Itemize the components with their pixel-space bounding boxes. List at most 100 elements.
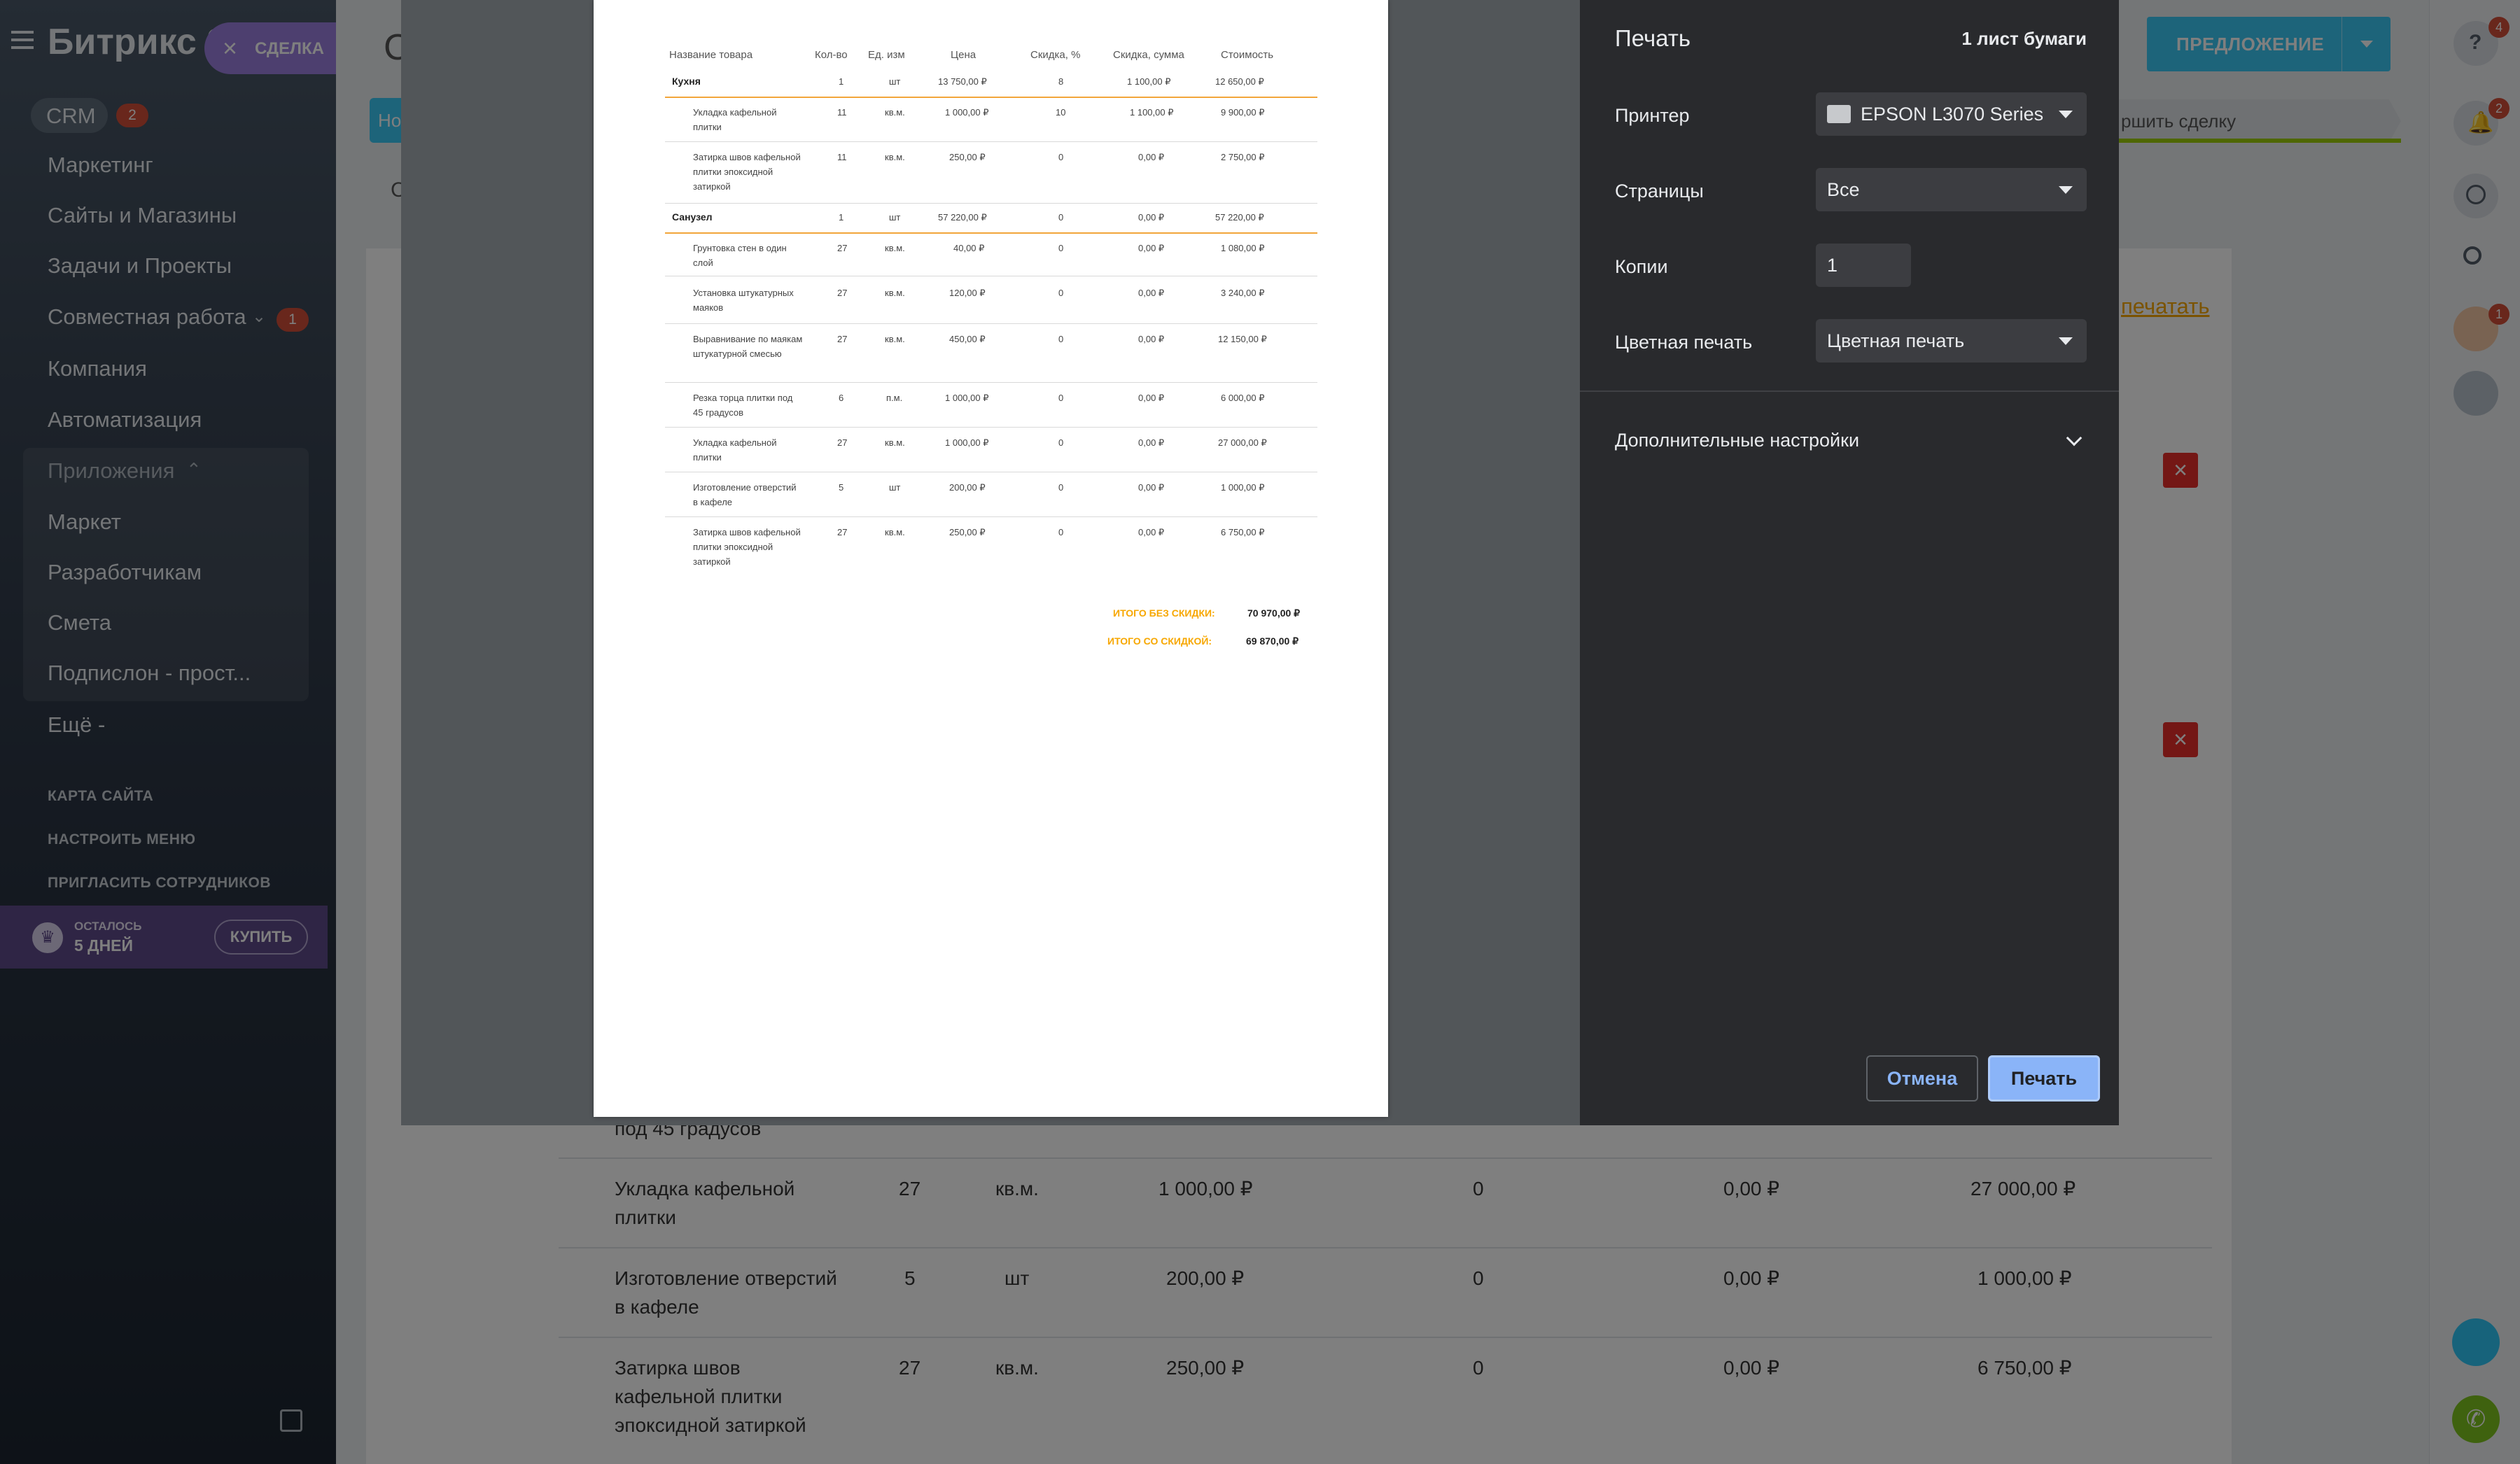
row-name: Укладка кафельной плитки [693, 107, 777, 132]
copies-label: Копии [1615, 256, 1668, 277]
row-disc: 0 [1058, 437, 1064, 448]
row-unit: кв.м. [885, 107, 905, 118]
row-name: Укладка кафельной плитки [693, 437, 777, 463]
row-name: Установка штукатурных маяков [693, 288, 794, 313]
advanced-settings-label: Дополнительные настройки [1615, 430, 1860, 451]
row-price: 200,00 ₽ [949, 482, 986, 493]
pages-select[interactable]: Все [1816, 168, 2087, 211]
row-disc: 0 [1058, 393, 1064, 403]
preview-col-total: Стоимость [1221, 49, 1274, 61]
chevron-down-icon [2059, 337, 2073, 345]
row-divider [665, 141, 1317, 142]
print-button[interactable]: Печать [1988, 1055, 2100, 1101]
row-name: Выравнивание по маякам штукатурной смесь… [693, 334, 803, 359]
total-discount-label: ИТОГО СО СКИДКОЙ: [1107, 635, 1212, 647]
preview-col-disc-sum: Скидка, сумма [1113, 49, 1184, 61]
row-disc: 0 [1058, 152, 1064, 162]
section-price: 13 750,00 ₽ [938, 76, 987, 87]
row-unit: кв.м. [885, 527, 905, 537]
copies-input[interactable]: 1 [1816, 244, 1911, 287]
row-disc: 10 [1056, 107, 1066, 118]
row-qty: 27 [837, 243, 848, 253]
section-name: Санузел [672, 211, 713, 223]
row-disc: 0 [1058, 334, 1064, 344]
row-qty: 6 [839, 393, 844, 403]
preview-col-price: Цена [951, 49, 976, 61]
chevron-down-icon [2059, 111, 2073, 118]
row-unit: п.м. [886, 393, 903, 403]
total-no-discount-value: 70 970,00 ₽ [1247, 607, 1301, 619]
section-price: 57 220,00 ₽ [938, 212, 987, 223]
row-name: Резка торца плитки под 45 градусов [693, 393, 793, 418]
row-total: 1 000,00 ₽ [1221, 482, 1265, 493]
section-disc: 8 [1058, 76, 1064, 87]
row-unit: кв.м. [885, 437, 905, 448]
row-total: 27 000,00 ₽ [1218, 437, 1267, 448]
color-label: Цветная печать [1615, 332, 1753, 353]
row-price: 1 000,00 ₽ [945, 393, 989, 403]
panel-divider [1580, 390, 2119, 392]
row-total: 9 900,00 ₽ [1221, 107, 1265, 118]
row-unit: кв.м. [885, 152, 905, 162]
row-price: 40,00 ₽ [953, 243, 985, 253]
pages-value: Все [1827, 179, 1860, 200]
row-total: 1 080,00 ₽ [1221, 243, 1265, 253]
printer-icon [1827, 105, 1851, 123]
row-qty: 27 [837, 334, 848, 344]
row-divider [665, 203, 1317, 204]
row-price: 1 000,00 ₽ [945, 437, 989, 448]
row-name: Затирка швов кафельной плитки эпоксидной… [693, 527, 801, 567]
row-qty: 27 [837, 437, 848, 448]
color-value: Цветная печать [1827, 330, 1965, 351]
section-qty: 1 [839, 76, 844, 87]
row-price: 250,00 ₽ [949, 527, 986, 537]
section-qty: 1 [839, 212, 844, 223]
section-disc-sum: 1 100,00 ₽ [1127, 76, 1171, 87]
row-divider [665, 516, 1317, 517]
printer-label: Принтер [1615, 105, 1690, 126]
row-qty: 27 [837, 527, 848, 537]
row-disc-sum: 0,00 ₽ [1138, 482, 1165, 493]
section-name: Кухня [672, 76, 701, 87]
row-divider [665, 323, 1317, 324]
advanced-settings-toggle[interactable]: Дополнительные настройки [1580, 414, 2119, 470]
row-total: 6 000,00 ₽ [1221, 393, 1265, 403]
row-price: 250,00 ₽ [949, 152, 986, 162]
section-total: 12 650,00 ₽ [1215, 76, 1264, 87]
print-settings-panel: Печать 1 лист бумаги Принтер EPSON L3070… [1580, 0, 2119, 1125]
row-divider [665, 382, 1317, 383]
row-qty: 27 [837, 288, 848, 298]
row-price: 450,00 ₽ [949, 334, 986, 344]
total-discount-value: 69 870,00 ₽ [1246, 635, 1299, 647]
row-disc-sum: 0,00 ₽ [1138, 437, 1165, 448]
row-unit: кв.м. [885, 288, 905, 298]
section-disc-sum: 0,00 ₽ [1138, 212, 1165, 223]
row-disc: 0 [1058, 288, 1064, 298]
row-unit: кв.м. [885, 243, 905, 253]
row-disc-sum: 1 100,00 ₽ [1130, 107, 1174, 118]
copies-value: 1 [1827, 255, 1838, 276]
print-title: Печать [1615, 25, 1691, 51]
chevron-down-icon [2059, 186, 2073, 194]
section-divider [665, 97, 1317, 98]
row-divider [665, 427, 1317, 428]
row-disc-sum: 0,00 ₽ [1138, 288, 1165, 298]
preview-col-unit: Ед. изм [868, 49, 905, 61]
row-unit: шт [889, 482, 901, 493]
pages-label: Страницы [1615, 181, 1704, 202]
printer-select[interactable]: EPSON L3070 Series [1816, 92, 2087, 136]
row-disc: 0 [1058, 527, 1064, 537]
row-qty: 11 [837, 107, 847, 118]
row-total: 6 750,00 ₽ [1221, 527, 1265, 537]
total-no-discount-label: ИТОГО БЕЗ СКИДКИ: [1113, 607, 1215, 619]
preview-col-disc: Скидка, % [1030, 49, 1081, 61]
cancel-button[interactable]: Отмена [1866, 1055, 1978, 1101]
color-select[interactable]: Цветная печать [1816, 319, 2087, 363]
preview-col-qty: Кол-во [815, 49, 848, 61]
row-unit: кв.м. [885, 334, 905, 344]
row-disc: 0 [1058, 243, 1064, 253]
row-disc-sum: 0,00 ₽ [1138, 393, 1165, 403]
row-disc-sum: 0,00 ₽ [1138, 527, 1165, 537]
row-total: 2 750,00 ₽ [1221, 152, 1265, 162]
row-total: 3 240,00 ₽ [1221, 288, 1265, 298]
